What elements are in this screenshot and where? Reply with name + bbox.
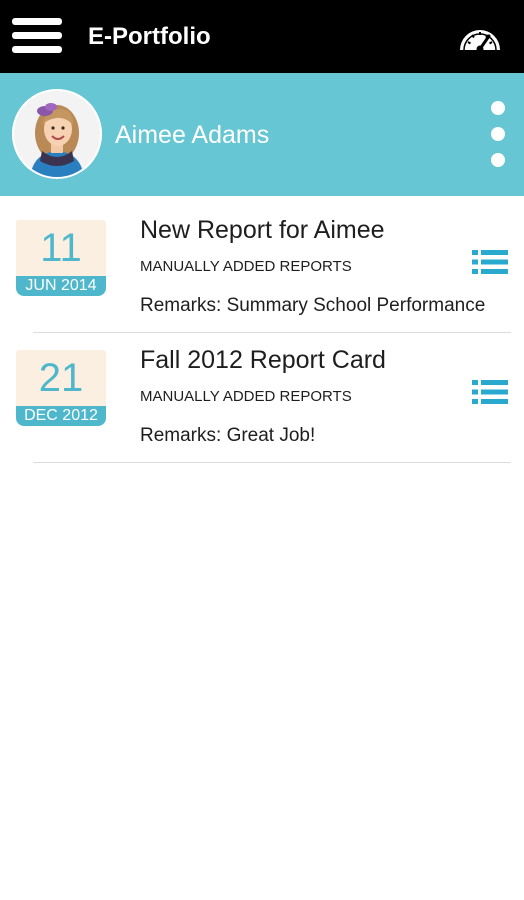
date-month-year: DEC 2012 [16,406,106,426]
report-list-item[interactable]: 11 JUN 2014 New Report for Aimee MANUALL… [0,203,524,333]
vertical-ellipsis-icon-dot-2 [491,127,505,141]
list-icon [472,250,508,274]
student-name: Aimee Adams [115,121,270,149]
app-title: E-Portfolio [88,23,211,50]
student-photo [12,89,102,179]
date-day: 21 [16,350,106,406]
hamburger-menu-icon-bar-3 [12,46,62,53]
vertical-ellipsis-icon-dot-3 [491,153,505,167]
report-remarks: Remarks: Summary School Performance [140,295,486,316]
list-icon [472,380,508,404]
report-category: MANUALLY ADDED REPORTS [140,258,352,275]
report-details-button[interactable] [472,379,508,405]
divider [33,462,511,463]
hamburger-menu-icon-bar-1 [12,18,62,25]
report-remarks: Remarks: Great Job! [140,425,316,446]
vertical-ellipsis-icon-dot-1 [491,101,505,115]
date-month-year: JUN 2014 [16,276,106,296]
hamburger-menu-icon-bar-2 [12,32,62,39]
report-title: Fall 2012 Report Card [140,346,386,374]
report-details-button[interactable] [472,249,508,275]
dashboard-button[interactable] [456,16,504,56]
avatar[interactable] [12,89,102,179]
date-badge: 21 DEC 2012 [16,350,106,426]
speedometer-icon [460,30,500,53]
date-badge: 11 JUN 2014 [16,220,106,296]
profile-header: Aimee Adams [0,73,524,196]
more-options-button[interactable] [484,99,512,171]
report-title: New Report for Aimee [140,216,385,244]
report-list-item[interactable]: 21 DEC 2012 Fall 2012 Report Card MANUAL… [0,333,524,463]
top-app-bar: E-Portfolio [0,0,524,73]
report-category: MANUALLY ADDED REPORTS [140,388,352,405]
menu-button[interactable] [12,18,64,54]
date-day: 11 [16,220,106,276]
